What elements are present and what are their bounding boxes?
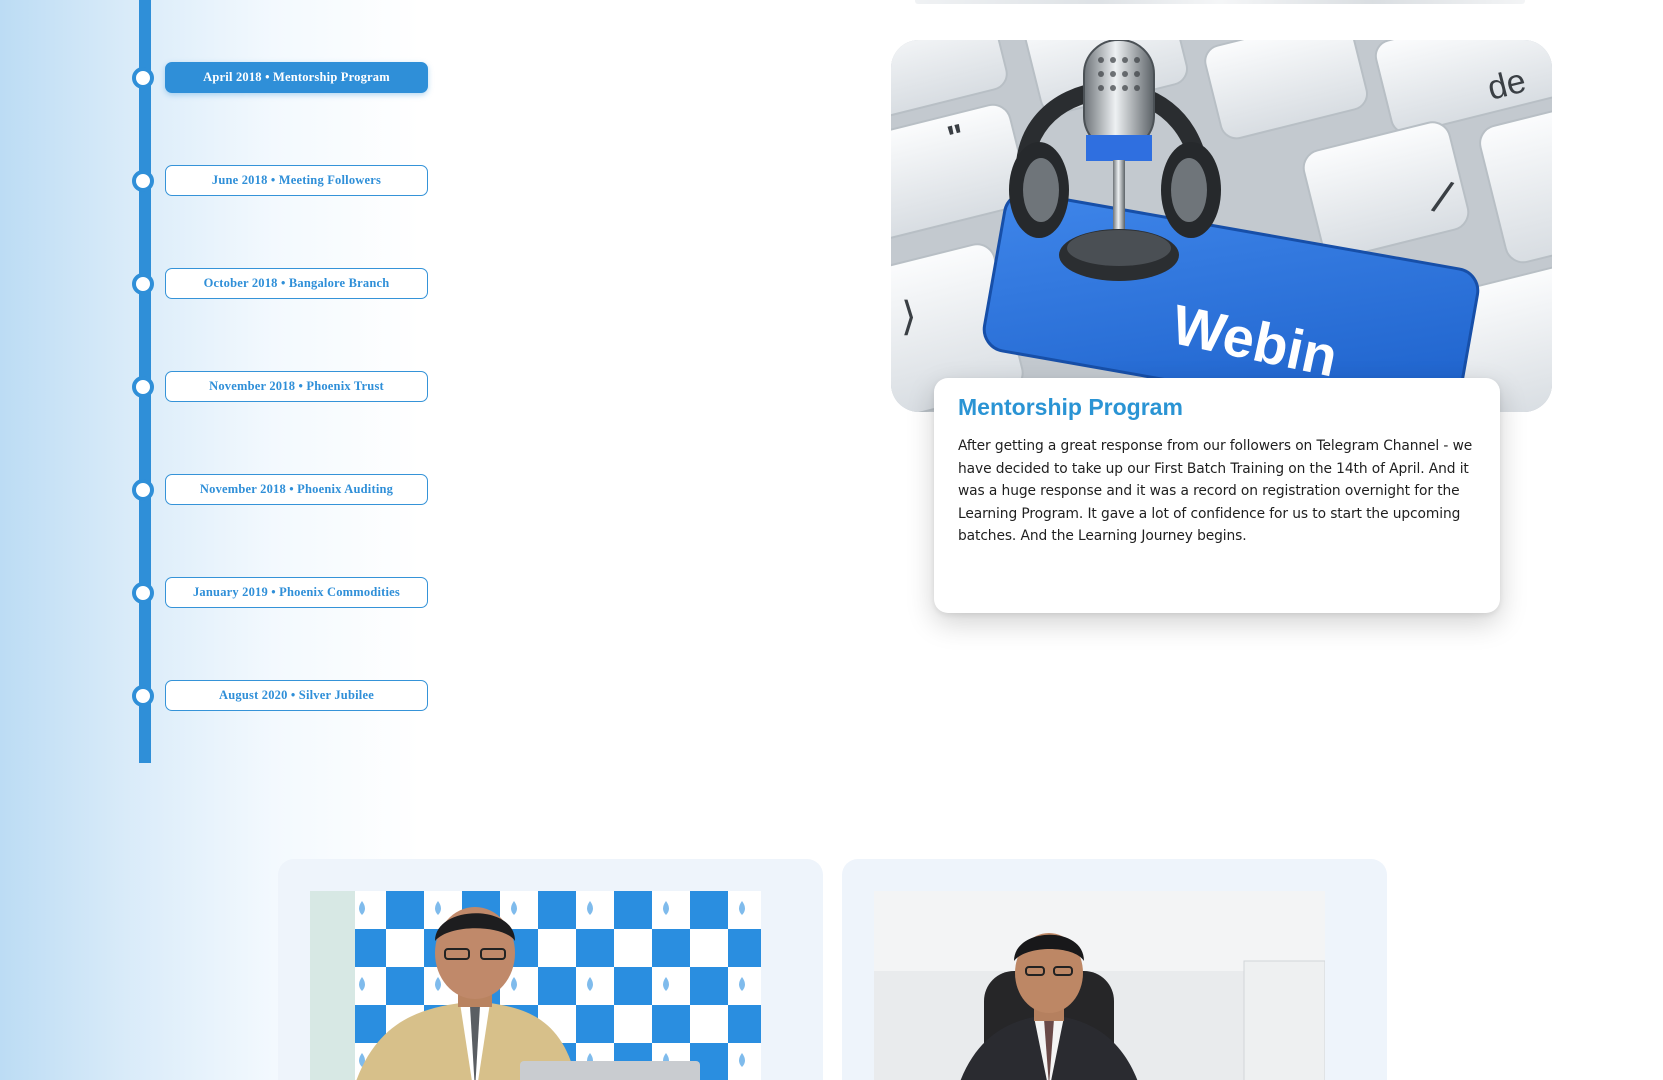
team-photo	[874, 891, 1325, 1080]
team-photo-card	[842, 859, 1387, 1080]
feature-image: Webin " de / ⟩	[891, 40, 1552, 412]
previous-image-edge	[915, 0, 1525, 4]
timeline-dot	[132, 685, 154, 707]
timeline-dot	[132, 479, 154, 501]
timeline-dot	[132, 67, 154, 89]
timeline-section: April 2018 • Mentorship Program June 201…	[0, 0, 1663, 763]
timeline-dot	[132, 376, 154, 398]
timeline-button-november-2018-auditing[interactable]: November 2018 • Phoenix Auditing	[165, 474, 428, 505]
timeline-dot	[132, 273, 154, 295]
timeline-button-november-2018-trust[interactable]: November 2018 • Phoenix Trust	[165, 371, 428, 402]
feature-caption-card: Mentorship Program After getting a great…	[934, 378, 1500, 613]
team-photo	[310, 891, 761, 1080]
timeline-button-october-2018[interactable]: October 2018 • Bangalore Branch	[165, 268, 428, 299]
timeline-button-august-2020[interactable]: August 2020 • Silver Jubilee	[165, 680, 428, 711]
timeline-item[interactable]: November 2018 • Phoenix Auditing	[132, 474, 432, 505]
timeline-item[interactable]: January 2019 • Phoenix Commodities	[132, 577, 432, 608]
microphone-headphones-keyboard-icon: Webin " de / ⟩	[891, 40, 1552, 412]
person-photo-icon	[874, 891, 1325, 1080]
timeline-button-january-2019[interactable]: January 2019 • Phoenix Commodities	[165, 577, 428, 608]
timeline-item[interactable]: June 2018 • Meeting Followers	[132, 165, 432, 196]
feature-title: Mentorship Program	[958, 394, 1183, 420]
timeline-item[interactable]: November 2018 • Phoenix Trust	[132, 371, 432, 402]
feature-description: After getting a great response from our …	[958, 438, 1473, 544]
team-photo-card	[278, 859, 823, 1080]
timeline-button-june-2018[interactable]: June 2018 • Meeting Followers	[165, 165, 428, 196]
timeline-button-april-2018[interactable]: April 2018 • Mentorship Program	[165, 62, 428, 93]
timeline-dot	[132, 582, 154, 604]
svg-text:⟩: ⟩	[901, 295, 917, 339]
timeline-item[interactable]: August 2020 • Silver Jubilee	[132, 680, 432, 711]
timeline-dot	[132, 170, 154, 192]
timeline-item[interactable]: April 2018 • Mentorship Program	[132, 62, 432, 93]
timeline-item[interactable]: October 2018 • Bangalore Branch	[132, 268, 432, 299]
person-photo-icon	[310, 891, 761, 1080]
team-section	[0, 763, 1663, 1080]
